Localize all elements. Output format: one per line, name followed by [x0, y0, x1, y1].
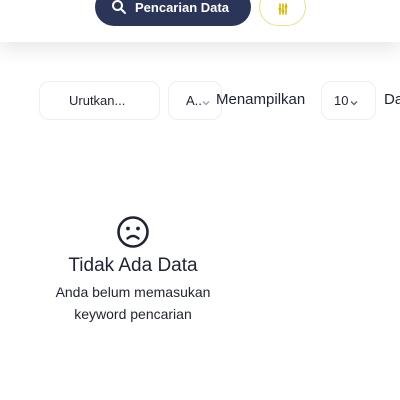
empty-state-title: Tidak Ada Data	[68, 255, 198, 276]
order-select-value: A..	[186, 93, 202, 108]
show-label: Menampilkan	[216, 91, 306, 108]
data-label: Da	[384, 91, 400, 108]
filter-icon	[277, 2, 289, 20]
page-size-select-value: 10	[334, 93, 349, 108]
search-data-button-label: Pencarian Data	[135, 0, 229, 15]
sad-face-icon	[116, 215, 150, 249]
chevron-down-icon	[201, 96, 211, 106]
empty-state-message: Anda belum memasukan keyword pencarian	[55, 284, 211, 322]
sort-select-value: Urutkan...	[69, 93, 126, 108]
page-size-select[interactable]: 10	[321, 81, 376, 120]
top-bar: Pencarian Data	[0, 0, 400, 42]
filter-button[interactable]	[259, 0, 306, 26]
empty-state: Tidak Ada Data Anda belum memasukan keyw…	[0, 215, 266, 325]
search-icon	[111, 0, 127, 15]
search-data-button[interactable]: Pencarian Data	[95, 0, 251, 26]
list-controls: Urutkan... A.. Menampilkan 10 Da	[0, 81, 400, 121]
order-select[interactable]: A..	[168, 81, 222, 120]
chevron-down-icon	[349, 96, 359, 106]
sort-select[interactable]: Urutkan...	[39, 81, 160, 120]
